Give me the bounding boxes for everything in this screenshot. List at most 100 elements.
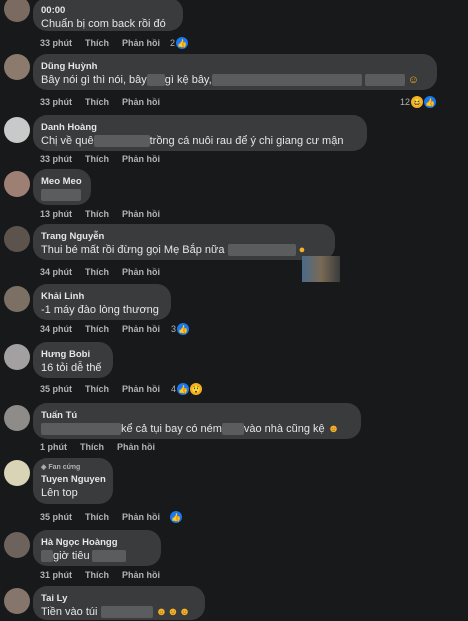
emoji-icon: ☻ bbox=[327, 423, 340, 435]
commenter-name[interactable]: Tai Ly bbox=[41, 592, 195, 605]
comment-time[interactable]: 13 phút bbox=[40, 209, 72, 219]
comment-bubble: Tuấn Tú kể cả tụi bay có ném vào nhà cũng… bbox=[33, 403, 361, 439]
reply-button[interactable]: Phản hồi bbox=[122, 209, 160, 219]
comment-actions: 33 phút Thích Phản hồi bbox=[40, 38, 173, 48]
reaction-summary[interactable]: 3 👍 bbox=[171, 322, 190, 336]
comment-bubble: Hà Ngọc Hoàngg giờ tiêu bbox=[33, 530, 161, 566]
reply-button[interactable]: Phản hồi bbox=[122, 384, 160, 394]
comment-text-part: giờ tiêu bbox=[53, 550, 90, 562]
reply-button[interactable]: Phản hồi bbox=[122, 97, 160, 107]
comment-time[interactable]: 34 phút bbox=[40, 324, 72, 334]
like-icon: 👍 bbox=[424, 96, 437, 108]
comment-text: giờ tiêu bbox=[41, 549, 151, 564]
comment-time[interactable]: 1 phút bbox=[40, 442, 67, 452]
comment-text-part: Thui bé mất rồi đừng gọi Mẹ Bắp nữa bbox=[41, 244, 225, 256]
reaction-count: 4 bbox=[171, 384, 177, 394]
commenter-name[interactable]: Dũng Huỳnh bbox=[41, 60, 427, 73]
fan-badge-label: Fan cứng bbox=[48, 464, 81, 471]
comment-actions: 1 phút Thích Phản hồi bbox=[40, 442, 168, 452]
avatar[interactable] bbox=[4, 588, 30, 614]
comment-text-part: Chị về quê bbox=[41, 135, 94, 147]
comment-bubble: Meo Meo bbox=[33, 169, 91, 205]
like-button[interactable]: Thích bbox=[85, 209, 109, 219]
like-button[interactable]: Thích bbox=[85, 570, 109, 580]
emoji-icon: ☺ bbox=[407, 74, 419, 86]
commenter-name[interactable]: 00:00 bbox=[41, 4, 173, 17]
comment-actions: 34 phút Thích Phản hồi bbox=[40, 267, 173, 277]
comment-time[interactable]: 33 phút bbox=[40, 97, 72, 107]
comment-time[interactable]: 31 phút bbox=[40, 570, 72, 580]
fan-badge: ◈ Fan cứng bbox=[41, 462, 103, 473]
commenter-name[interactable]: Hưng Bobi bbox=[41, 348, 103, 361]
comment-text-part: vào nhà cũng kệ bbox=[243, 423, 325, 435]
comment-bubble: Hưng Bobi 16 tỏi dễ thế bbox=[33, 342, 113, 378]
commenter-name[interactable]: Tuấn Tú bbox=[41, 409, 351, 422]
comment-bubble: Khải Linh -1 máy đào lòng thương bbox=[33, 284, 171, 320]
like-button[interactable]: Thích bbox=[85, 154, 109, 164]
reply-button[interactable]: Phản hồi bbox=[122, 38, 160, 48]
like-button[interactable]: Thích bbox=[85, 267, 109, 277]
comment-actions: 31 phút Thích Phản hồi bbox=[40, 570, 173, 580]
avatar[interactable] bbox=[4, 0, 30, 22]
comment-text-part: trồng cá nuôi rau để ý chi giang cư mận bbox=[149, 135, 344, 147]
comment-bubble: ◈ Fan cứng Tuyen Nguyen Lên top bbox=[33, 458, 113, 504]
like-button[interactable]: Thích bbox=[85, 97, 109, 107]
like-button[interactable]: Thích bbox=[85, 38, 109, 48]
reply-button[interactable]: Phản hồi bbox=[122, 324, 160, 334]
commenter-name[interactable]: Meo Meo bbox=[41, 175, 82, 188]
like-icon: 👍 bbox=[177, 383, 190, 395]
comment-text-part: gì kệ bây, bbox=[164, 74, 212, 86]
avatar[interactable] bbox=[4, 286, 30, 312]
comment-bubble: 00:00 Chuẩn bị com back rồi đó bbox=[33, 0, 183, 31]
like-button[interactable]: Thích bbox=[80, 442, 104, 452]
emoji-icon: ☻☻☻ bbox=[155, 606, 191, 618]
comment-text: 16 tỏi dễ thế bbox=[41, 362, 102, 374]
reaction-summary[interactable]: 👍 bbox=[169, 510, 182, 524]
commenter-name[interactable]: Tuyen Nguyen bbox=[41, 473, 106, 486]
comment-time[interactable]: 33 phút bbox=[40, 154, 72, 164]
comment-time[interactable]: 33 phút bbox=[40, 38, 72, 48]
commenter-name[interactable]: Khải Linh bbox=[41, 290, 161, 303]
avatar[interactable] bbox=[4, 226, 30, 252]
comment-actions: 33 phút Thích Phản hồi bbox=[40, 97, 173, 107]
reply-button[interactable]: Phản hồi bbox=[122, 570, 160, 580]
reaction-summary[interactable]: 12 😆 👍 bbox=[400, 95, 437, 109]
like-button[interactable]: Thích bbox=[85, 384, 109, 394]
commenter-name[interactable]: Danh Hoàng bbox=[41, 121, 357, 134]
commenter-name[interactable]: Trang Nguyễn bbox=[41, 230, 325, 243]
avatar[interactable] bbox=[4, 405, 30, 431]
like-button[interactable]: Thích bbox=[85, 324, 109, 334]
comment-text: Bây nói gì thì nói, bây gì kệ bây, ☺ bbox=[41, 73, 427, 88]
reply-button[interactable]: Phản hồi bbox=[122, 267, 160, 277]
comment-bubble: Danh Hoàng Chị về quê trồng cá nuôi rau đ… bbox=[33, 115, 367, 151]
reaction-summary[interactable]: 4 👍 😲 bbox=[171, 382, 203, 396]
comment-actions: 33 phút Thích Phản hồi bbox=[40, 154, 173, 164]
reply-button[interactable]: Phản hồi bbox=[122, 512, 160, 522]
avatar[interactable] bbox=[4, 117, 30, 143]
comment-text-part: Bây nói gì thì nói, bây bbox=[41, 74, 147, 86]
like-button[interactable]: Thích bbox=[85, 512, 109, 522]
comment-text: Thui bé mất rồi đừng gọi Mẹ Bắp nữa ● bbox=[41, 243, 325, 258]
comment-text bbox=[41, 188, 81, 203]
avatar[interactable] bbox=[4, 344, 30, 370]
reply-button[interactable]: Phản hồi bbox=[117, 442, 155, 452]
avatar[interactable] bbox=[4, 532, 30, 558]
haha-icon: 😆 bbox=[411, 96, 424, 108]
comment-time[interactable]: 35 phút bbox=[40, 512, 72, 522]
comment-text: Lên top bbox=[41, 487, 78, 499]
commenter-name[interactable]: Hà Ngọc Hoàngg bbox=[41, 536, 151, 549]
avatar[interactable] bbox=[4, 460, 30, 486]
comment-bubble: Dũng Huỳnh Bây nói gì thì nói, bây gì kệ … bbox=[33, 54, 437, 90]
comment-text: Chuẩn bị com back rồi đó bbox=[41, 18, 166, 30]
reaction-count: 2 bbox=[170, 38, 176, 48]
comment-time[interactable]: 34 phút bbox=[40, 267, 72, 277]
comment-bubble: Trang Nguyễn Thui bé mất rồi đừng gọi Mẹ… bbox=[33, 224, 335, 260]
reaction-summary[interactable]: 2 👍 bbox=[170, 36, 189, 50]
avatar[interactable] bbox=[4, 54, 30, 80]
like-icon: 👍 bbox=[170, 511, 182, 523]
comment-time[interactable]: 35 phút bbox=[40, 384, 72, 394]
avatar[interactable] bbox=[4, 171, 30, 197]
comment-text: Chị về quê trồng cá nuôi rau để ý chi gia… bbox=[41, 134, 357, 149]
reply-button[interactable]: Phản hồi bbox=[122, 154, 160, 164]
comment-text: -1 máy đào lòng thương bbox=[41, 304, 159, 316]
